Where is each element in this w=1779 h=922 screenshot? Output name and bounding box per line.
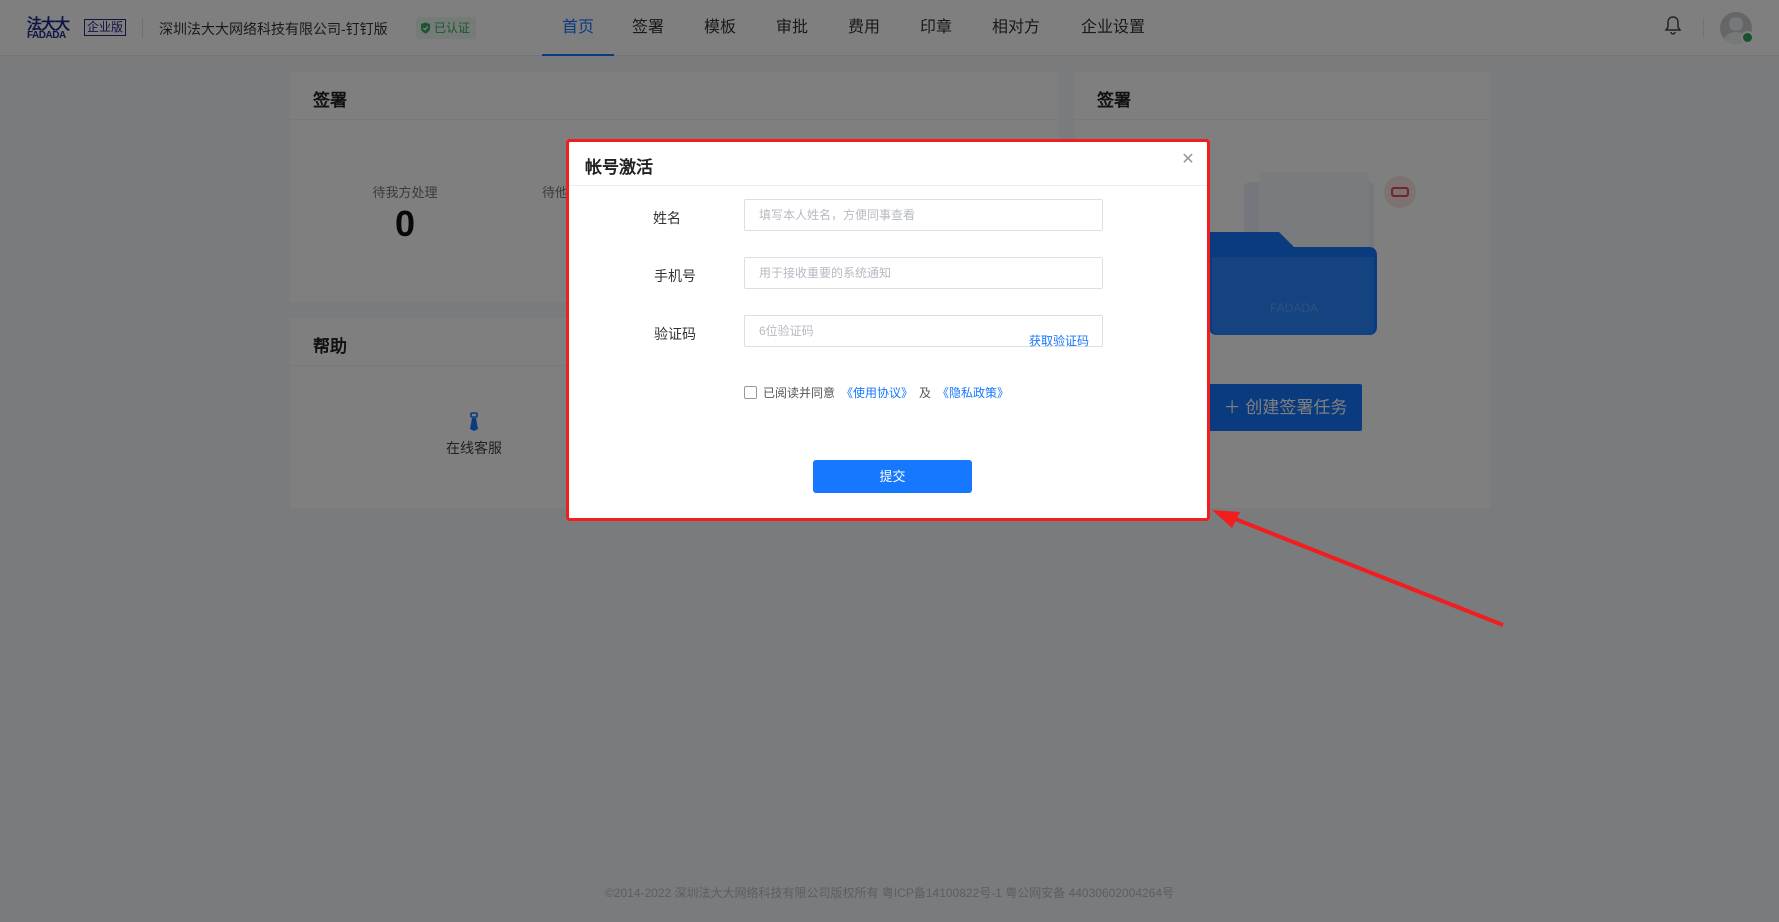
get-verification-code-link[interactable]: 获取验证码: [1029, 332, 1089, 349]
submit-button[interactable]: 提交: [813, 460, 972, 493]
terms-of-use-link[interactable]: 《使用协议》: [841, 384, 913, 401]
agreement-conjunction: 及: [919, 386, 932, 400]
phone-input[interactable]: [744, 257, 1103, 289]
modal-divider: [569, 185, 1207, 186]
modal-title: 帐号激活: [585, 158, 653, 177]
account-activation-modal: 帐号激活 ✕ 姓名 手机号 验证码 获取验证码 已阅读并同意 《使用协议》 及 …: [566, 139, 1210, 521]
code-label: 验证码: [654, 326, 696, 342]
phone-label: 手机号: [654, 268, 696, 284]
name-label: 姓名: [653, 210, 681, 226]
name-input[interactable]: [744, 199, 1103, 231]
agreement-text: 已阅读并同意: [763, 386, 836, 400]
agreement-checkbox[interactable]: [744, 386, 757, 399]
agreement-row: 已阅读并同意 《使用协议》 及 《隐私政策》: [744, 384, 1009, 401]
privacy-policy-link[interactable]: 《隐私政策》: [937, 384, 1009, 401]
close-icon[interactable]: ✕: [1179, 151, 1197, 169]
